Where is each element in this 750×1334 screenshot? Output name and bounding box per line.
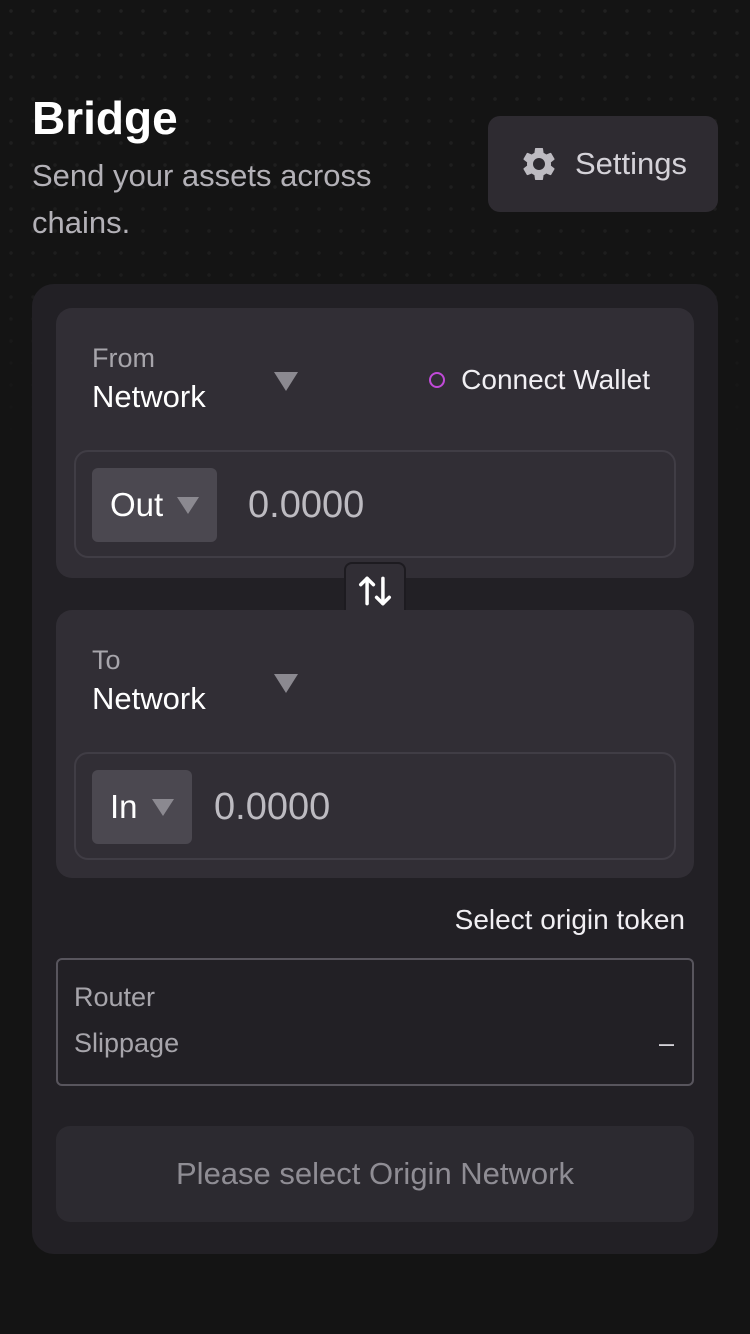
to-amount-row: In xyxy=(74,752,676,860)
settings-button[interactable]: Settings xyxy=(488,116,718,212)
router-label: Router xyxy=(74,982,156,1012)
chevron-down-icon xyxy=(151,798,174,816)
swap-arrows-icon xyxy=(356,572,394,615)
wallet-status-icon xyxy=(429,372,446,388)
to-panel: To Network In xyxy=(56,610,694,878)
chevron-down-icon xyxy=(274,372,298,391)
from-amount-input[interactable] xyxy=(248,468,568,542)
gear-icon xyxy=(519,144,559,184)
slippage-label: Slippage xyxy=(74,1028,180,1058)
chevron-down-icon xyxy=(177,496,200,514)
from-amount-row: Out xyxy=(74,450,676,558)
to-network-value: Network xyxy=(92,681,206,716)
from-token-select[interactable]: Out xyxy=(92,468,218,542)
submit-button[interactable]: Please select Origin Network xyxy=(56,1126,694,1222)
to-network-select[interactable]: To Network xyxy=(92,644,298,722)
from-network-value: Network xyxy=(92,379,206,414)
select-origin-token-link[interactable]: Select origin token xyxy=(455,904,685,936)
from-label: From xyxy=(92,343,155,373)
page-subtitle: Send your assets across chains. xyxy=(32,158,372,240)
bridge-card: From Network Connect Wallet Out 0.0000 T… xyxy=(32,284,718,1254)
settings-label: Settings xyxy=(574,146,687,181)
to-token-label: In xyxy=(110,788,138,825)
connect-wallet-label: Connect Wallet xyxy=(461,364,650,395)
from-panel: From Network Connect Wallet Out xyxy=(56,308,694,578)
from-network-select[interactable]: From Network xyxy=(92,342,298,420)
to-label: To xyxy=(92,645,121,675)
page-title: Bridge xyxy=(32,92,178,144)
connect-wallet-button[interactable]: Connect Wallet xyxy=(429,364,650,396)
to-amount-input[interactable] xyxy=(214,770,534,844)
chevron-down-icon xyxy=(274,674,298,693)
to-token-select[interactable]: In xyxy=(92,770,192,844)
route-info-box: Router Slippage – xyxy=(56,958,694,1086)
from-token-label: Out xyxy=(110,486,164,523)
slippage-value: – xyxy=(658,1028,674,1058)
